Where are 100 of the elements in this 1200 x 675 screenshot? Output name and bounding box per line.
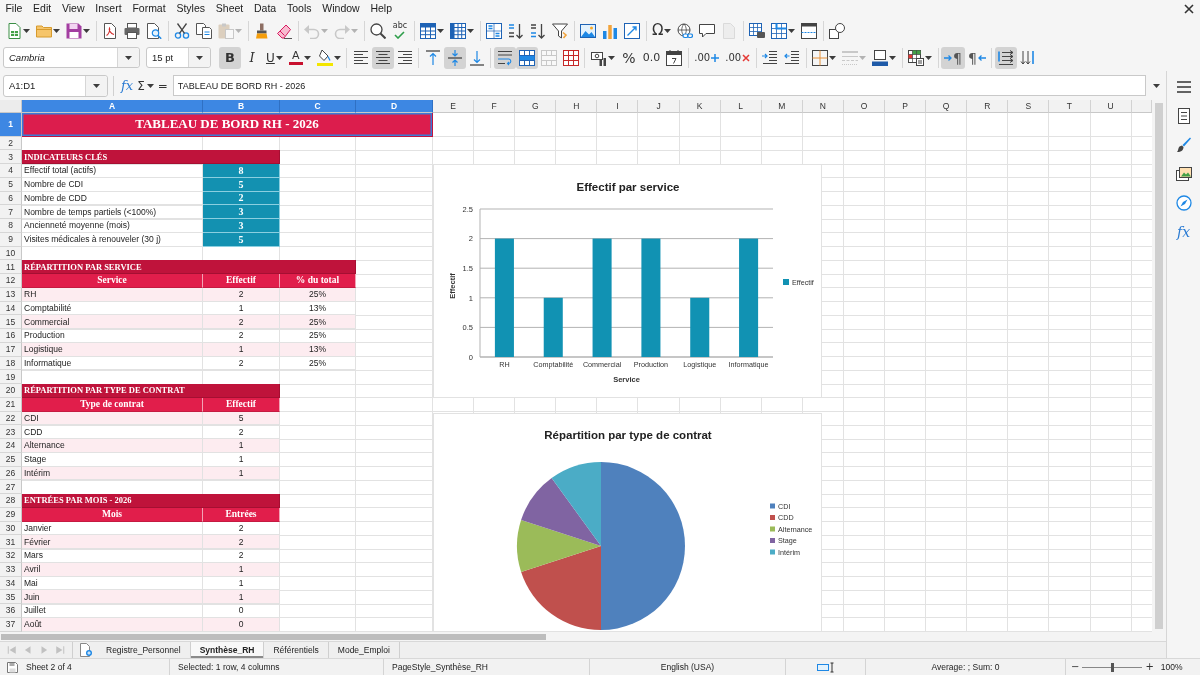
column-header[interactable]: J: [638, 100, 680, 113]
row-header[interactable]: 15: [0, 315, 22, 329]
column-header[interactable]: D: [356, 100, 433, 113]
row-header[interactable]: 32: [0, 549, 22, 563]
menu-item[interactable]: Data: [248, 0, 282, 17]
row-header[interactable]: 3: [0, 150, 22, 164]
functions-deck-button[interactable]: fx: [1170, 219, 1197, 245]
row-header[interactable]: 36: [0, 604, 22, 618]
row-header[interactable]: 1: [0, 113, 22, 137]
vertical-scrollbar[interactable]: [1152, 100, 1166, 632]
column-header[interactable]: Q: [926, 100, 968, 113]
menu-item[interactable]: Format: [127, 0, 172, 17]
table-cell: Informatique: [22, 356, 203, 371]
merge-center-button[interactable]: [515, 46, 538, 69]
column-header[interactable]: P: [885, 100, 927, 113]
rectangle-cursor-icon: [817, 661, 834, 673]
formula-button[interactable]: =: [155, 75, 170, 96]
swatch-bar-icon: [288, 62, 303, 65]
column-header[interactable]: E: [433, 100, 475, 113]
column-header[interactable]: A: [22, 100, 203, 113]
row-header[interactable]: 12: [0, 274, 22, 288]
function-wizard-button[interactable]: fx: [119, 75, 136, 96]
row-header[interactable]: 19: [0, 370, 22, 384]
bar-chart-icon: [602, 22, 618, 39]
copy-icon: [196, 22, 212, 39]
column-header[interactable]: K: [679, 100, 721, 113]
row-header[interactable]: 11: [0, 260, 22, 274]
column-header[interactable]: R: [967, 100, 1009, 113]
special-character-button[interactable]: Ω: [649, 19, 675, 42]
column-header[interactable]: I: [597, 100, 639, 113]
row-header[interactable]: 24: [0, 439, 22, 453]
menu-item[interactable]: Insert: [89, 0, 127, 17]
wrap-text-button[interactable]: [493, 46, 516, 69]
align-center-button[interactable]: [371, 46, 394, 69]
font-color-button[interactable]: A: [285, 46, 314, 69]
name-box[interactable]: A1:D1: [3, 74, 108, 97]
caret-icon: [351, 28, 358, 33]
compass-icon: [1175, 195, 1192, 211]
column-header[interactable]: U: [1090, 100, 1132, 113]
menu-item[interactable]: Help: [365, 0, 398, 17]
document-plus-icon: [80, 643, 92, 657]
menu-icon: [1175, 79, 1192, 95]
row-header[interactable]: 27: [0, 480, 22, 494]
column-header[interactable]: H: [556, 100, 598, 113]
spelling-button[interactable]: abc: [389, 19, 411, 42]
row-header[interactable]: 35: [0, 590, 22, 604]
menu-item[interactable]: Styles: [171, 0, 211, 17]
column-header[interactable]: M: [761, 100, 803, 113]
row-header[interactable]: 16: [0, 329, 22, 343]
left-to-right-button[interactable]: ¶: [941, 46, 966, 69]
row-header[interactable]: 4: [0, 164, 22, 178]
column-header[interactable]: L: [720, 100, 762, 113]
selection-mode-button[interactable]: [817, 661, 834, 673]
column-header[interactable]: N: [802, 100, 844, 113]
font-name-combobox[interactable]: Cambria: [3, 47, 140, 68]
bold-button[interactable]: B: [219, 46, 241, 69]
delete-decimal-button[interactable]: .00: [722, 46, 754, 69]
caret-icon: [829, 55, 837, 60]
menu-item[interactable]: Window: [316, 0, 366, 17]
language-text: English (USA): [660, 662, 715, 672]
menu-item[interactable]: Tools: [281, 0, 317, 17]
row-header[interactable]: 23: [0, 425, 22, 439]
column-header[interactable]: T: [1049, 100, 1091, 113]
italic-button[interactable]: I: [241, 46, 263, 69]
slider-thumb[interactable]: [1110, 662, 1114, 672]
menu-item[interactable]: Edit: [27, 0, 57, 17]
column-header[interactable]: C: [280, 100, 356, 113]
column-header[interactable]: F: [474, 100, 516, 113]
text-flow-button[interactable]: [994, 46, 1017, 69]
menu-item[interactable]: View: [56, 0, 90, 17]
merged-title-cell: TABLEAU DE BORD RH - 2026: [22, 113, 433, 137]
row-header[interactable]: 20: [0, 384, 22, 398]
zoom-out-button[interactable]: −: [1070, 662, 1081, 672]
caret-icon: [83, 28, 90, 33]
percent-button[interactable]: %: [617, 46, 640, 69]
row-header[interactable]: 7: [0, 205, 22, 219]
formula-input-field[interactable]: TABLEAU DE BORD RH - 2026: [172, 75, 1146, 96]
sum-button[interactable]: Σ: [135, 75, 156, 96]
align-middle-button[interactable]: [443, 46, 466, 69]
add-sheet-button[interactable]: [77, 642, 95, 658]
sheet-tab[interactable]: Synthèse_RH: [190, 642, 265, 658]
column-header[interactable]: G: [515, 100, 557, 113]
table-cell: Stage: [22, 452, 203, 467]
paintbrush-icon: [1175, 137, 1192, 153]
right-to-left-button[interactable]: ¶: [965, 46, 989, 69]
underline-button[interactable]: U: [263, 46, 286, 69]
close-document-button[interactable]: [1184, 3, 1194, 14]
menu-item[interactable]: Sheet: [210, 0, 249, 17]
row-header[interactable]: 31: [0, 535, 22, 549]
number-button[interactable]: 0.0: [639, 46, 664, 69]
row-header[interactable]: 28: [0, 494, 22, 508]
folder-icon: [36, 22, 52, 39]
font-size-combobox[interactable]: 15 pt: [146, 47, 211, 68]
zoom-in-button[interactable]: +: [1144, 662, 1155, 672]
add-decimal-button[interactable]: .00: [691, 46, 723, 69]
column-header[interactable]: S: [1008, 100, 1050, 113]
row-header[interactable]: 8: [0, 219, 22, 233]
menu-item[interactable]: File: [0, 0, 28, 17]
column-header[interactable]: B: [203, 100, 280, 113]
column-header[interactable]: O: [843, 100, 886, 113]
